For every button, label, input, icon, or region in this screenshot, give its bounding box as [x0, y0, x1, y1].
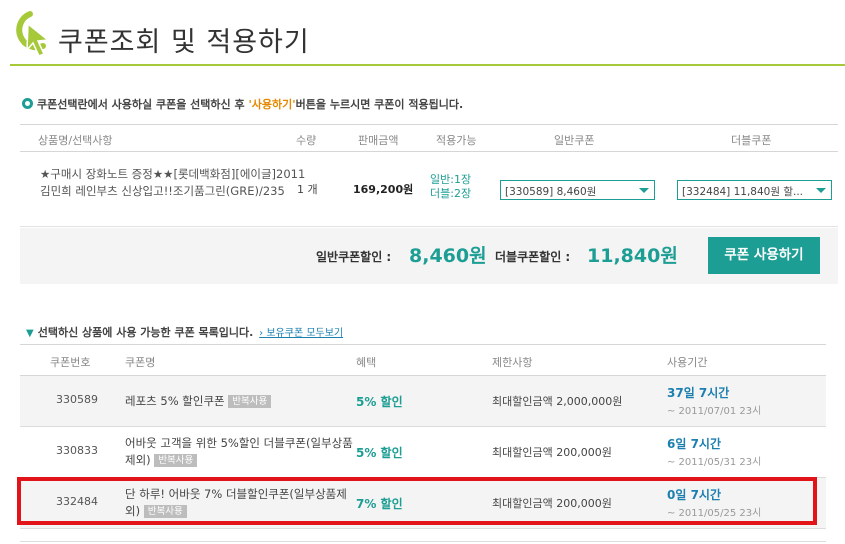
usage-notice: 쿠폰선택란에서 사용하실 쿠폰을 선택하신 후 '사용하기'버튼을 누르시면 쿠… — [22, 96, 463, 112]
coupon-list-title-text: 선택하신 상품에 사용 가능한 쿠폰 목록입니다. — [37, 326, 254, 339]
coupon-benefit: 5% 할인 — [356, 446, 403, 460]
product-name[interactable]: ★구매시 장화노트 증정★★[롯데백화점][에이글]2011 김민희 레인부츠 … — [40, 166, 312, 200]
coupon-period: 0일 7시간 — [667, 488, 721, 502]
coupon-name: 어바웃 고객을 위한 5%할인 더블쿠폰(일부상품제외) 반복사용 — [125, 435, 360, 469]
chevron-down-icon: ▼ — [26, 328, 34, 339]
view-all-coupons-link[interactable]: › 보유쿠폰 모두보기 — [259, 328, 343, 339]
coupon-limit: 최대할인금액 2,000,000원 — [492, 395, 623, 408]
general-discount-label: 일반쿠폰할인 : — [316, 250, 392, 264]
double-coupon-value: [332484] 11,840원 할... — [682, 186, 804, 198]
col-limit: 제한사항 — [492, 356, 533, 369]
col-product: 상품명/선택사항 — [38, 134, 113, 147]
quantity: 1 개 — [297, 183, 318, 196]
order-table-header: 상품명/선택사항 수량 판매금액 적용가능 일반쿠폰 더블쿠폰 — [20, 124, 838, 152]
double-discount-label: 더블쿠폰할인 : — [495, 250, 571, 264]
coupon-number: 332484 — [56, 495, 98, 508]
coupon-name: 레포츠 5% 할인쿠폰 반복사용 — [125, 393, 360, 410]
coupon-name-text: 레포츠 5% 할인쿠폰 — [125, 394, 225, 408]
col-price: 판매금액 — [358, 134, 399, 147]
repeat-use-badge: 반복사용 — [228, 395, 272, 408]
chevron-down-icon — [816, 188, 826, 193]
col-coupon-name: 쿠폰명 — [125, 356, 156, 369]
coupon-row[interactable]: 330589 레포츠 5% 할인쿠폰 반복사용 5% 할인 최대할인금액 2,0… — [20, 376, 826, 427]
notice-prefix: 쿠폰선택란에서 사용하실 쿠폰을 선택하신 후 — [37, 98, 249, 111]
available-coupons: 일반:1장 더블:2장 — [430, 173, 471, 201]
coupon-period: 6일 7시간 — [667, 437, 721, 451]
general-coupon-value: [330589] 8,460원 — [505, 186, 597, 198]
coupon-list-table: 쿠폰번호 쿠폰명 혜택 제한사항 사용기간 330589 레포츠 5% 할인쿠폰… — [20, 344, 826, 529]
coupon-limit: 최대할인금액 200,000원 — [492, 446, 612, 459]
available-double: 더블:2장 — [430, 187, 472, 200]
general-coupon-select[interactable]: [330589] 8,460원 — [500, 180, 655, 200]
coupon-name: 단 하루! 어바웃 7% 더블할인쿠폰(일부상품제외) 반복사용 — [125, 486, 360, 520]
coupon-limit: 최대할인금액 200,000원 — [492, 497, 612, 510]
col-period: 사용기간 — [667, 356, 708, 369]
chevron-down-icon — [639, 188, 649, 193]
bullet-icon — [22, 98, 33, 109]
notice-suffix: 버튼을 누르시면 쿠폰이 적용됩니다. — [295, 98, 464, 111]
col-quantity: 수량 — [296, 134, 317, 147]
page-title: 쿠폰조회 및 적용하기 — [58, 27, 310, 58]
col-double-coupon: 더블쿠폰 — [731, 134, 772, 147]
col-benefit: 혜택 — [356, 356, 377, 369]
coupon-expiry: ~ 2011/05/25 23시 — [667, 508, 762, 519]
coupon-expiry: ~ 2011/07/01 23시 — [667, 406, 762, 417]
cursor-logo-icon — [16, 11, 50, 57]
coupon-number: 330833 — [56, 444, 98, 457]
coupon-list-header: 쿠폰번호 쿠폰명 혜택 제한사항 사용기간 — [20, 344, 826, 376]
coupon-period: 37일 7시간 — [667, 386, 730, 400]
coupon-row-selected[interactable]: 332484 단 하루! 어바웃 7% 더블할인쿠폰(일부상품제외) 반복사용 … — [20, 478, 826, 529]
coupon-benefit: 5% 할인 — [356, 395, 403, 409]
apply-coupon-button[interactable]: 쿠폰 사용하기 — [708, 237, 820, 274]
page-header: 쿠폰조회 및 적용하기 — [10, 6, 845, 66]
coupon-row[interactable]: 330833 어바웃 고객을 위한 5%할인 더블쿠폰(일부상품제외) 반복사용… — [20, 427, 826, 478]
order-table: 상품명/선택사항 수량 판매금액 적용가능 일반쿠폰 더블쿠폰 ★구매시 장화노… — [20, 124, 838, 284]
coupon-number: 330589 — [56, 393, 98, 406]
double-coupon-select[interactable]: [332484] 11,840원 할... — [677, 180, 832, 200]
view-all-coupons-label: 보유쿠폰 모두보기 — [266, 328, 344, 339]
col-coupon-number: 쿠폰번호 — [50, 356, 91, 369]
coupon-expiry: ~ 2011/05/31 23시 — [667, 457, 762, 468]
discount-summary: 일반쿠폰할인 : 8,460원 더블쿠폰할인 : 11,840원 쿠폰 사용하기 — [20, 228, 838, 284]
available-general: 일반:1장 — [430, 173, 472, 186]
divider — [20, 541, 826, 542]
coupon-list-title: ▼ 선택하신 상품에 사용 가능한 쿠폰 목록입니다. › 보유쿠폰 모두보기 — [26, 324, 343, 340]
coupon-benefit: 7% 할인 — [356, 497, 403, 511]
col-general-coupon: 일반쿠폰 — [554, 134, 595, 147]
double-discount-value: 11,840원 — [587, 245, 678, 267]
general-discount-value: 8,460원 — [409, 245, 487, 267]
repeat-use-badge: 반복사용 — [154, 454, 198, 467]
repeat-use-badge: 반복사용 — [143, 505, 187, 518]
price: 169,200원 — [353, 183, 414, 196]
notice-highlight: '사용하기' — [248, 98, 296, 111]
col-available: 적용가능 — [436, 134, 477, 147]
